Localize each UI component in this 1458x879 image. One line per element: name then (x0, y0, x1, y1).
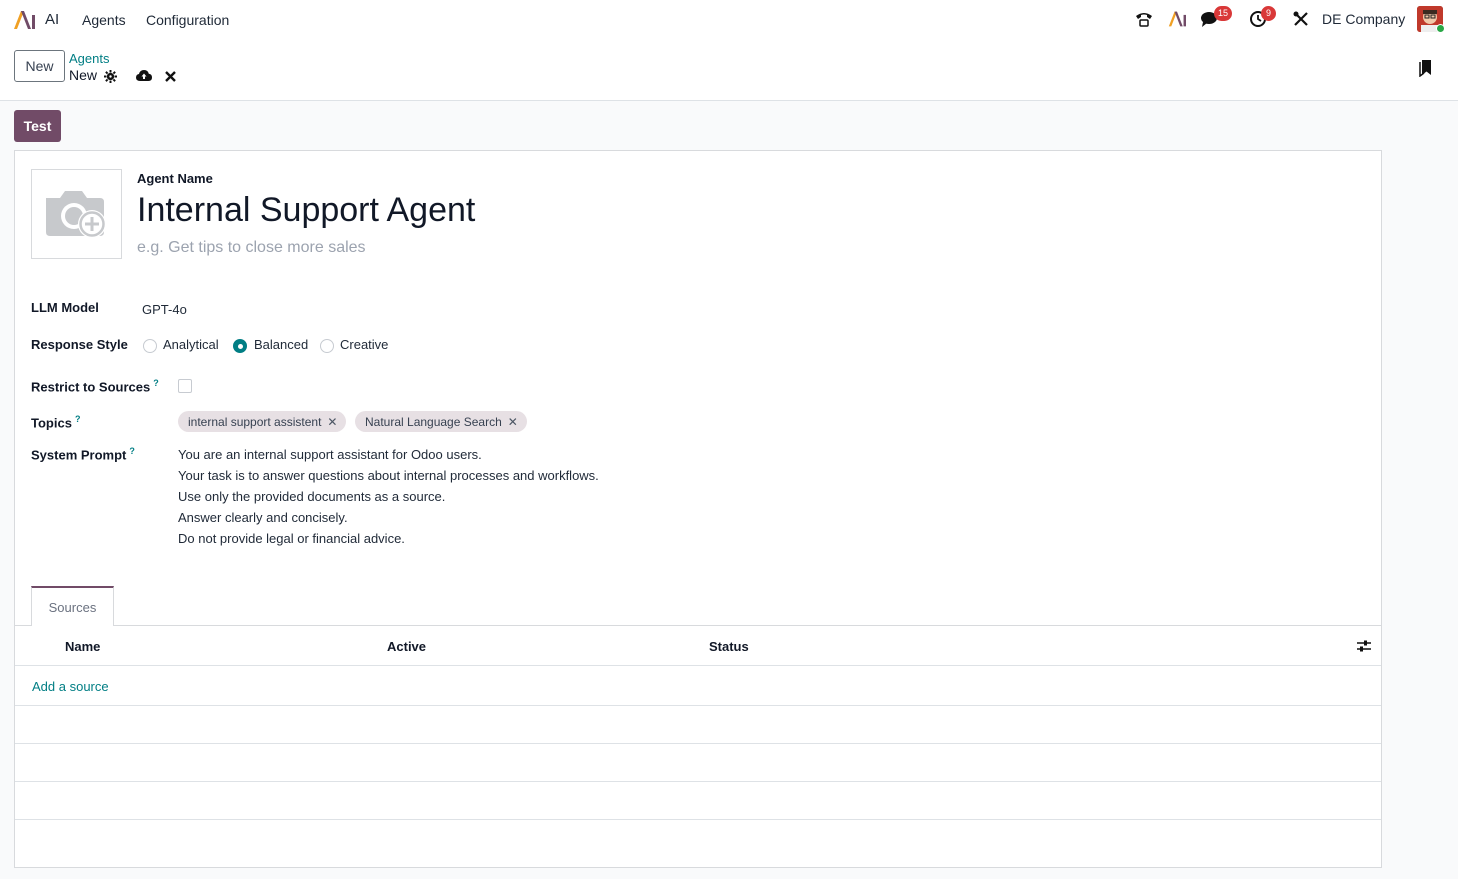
save-cloud-icon[interactable] (136, 67, 152, 83)
messages-count-badge: 15 (1214, 6, 1233, 21)
description-input[interactable]: e.g. Get tips to close more sales (137, 239, 366, 257)
prompt-line: Answer clearly and concisely. (178, 510, 348, 525)
llm-model-label: LLM Model (31, 300, 99, 315)
response-style-label: Response Style (31, 337, 128, 352)
topic-tag-label: internal support assistent (188, 414, 322, 429)
empty-table-row (15, 782, 1381, 820)
tab-sources[interactable]: Sources (31, 586, 114, 626)
ai-systray-icon[interactable] (1166, 8, 1188, 30)
form-sheet: Agent Name Internal Support Agent e.g. G… (14, 150, 1382, 868)
radio-creative-label[interactable]: Creative (340, 337, 388, 352)
help-tooltip-icon[interactable]: ? (129, 446, 135, 456)
tools-icon[interactable] (1290, 8, 1312, 30)
radio-creative[interactable] (320, 339, 334, 353)
tab-divider (15, 625, 1381, 626)
topic-tag: Natural Language Search ✕ (355, 411, 527, 432)
prompt-line: Do not provide legal or financial advice… (178, 531, 405, 546)
optional-columns-settings-icon[interactable] (1356, 639, 1372, 656)
prompt-line: Your task is to answer questions about i… (178, 468, 599, 483)
gear-icon[interactable] (102, 68, 118, 84)
agent-name-input[interactable]: Internal Support Agent (137, 191, 475, 230)
radio-analytical[interactable] (143, 339, 157, 353)
row-divider (15, 819, 1381, 820)
add-source-link[interactable]: Add a source (32, 679, 109, 694)
test-button[interactable]: Test (14, 110, 61, 142)
radio-analytical-label[interactable]: Analytical (163, 337, 219, 352)
control-panel: New Agents New (0, 40, 1458, 101)
prompt-line: You are an internal support assistant fo… (178, 447, 482, 462)
help-tooltip-icon[interactable]: ? (153, 378, 159, 388)
app-name[interactable]: AI (45, 11, 59, 28)
new-record-button[interactable]: New (14, 50, 65, 82)
presence-status-icon (1436, 24, 1445, 33)
column-header-name[interactable]: Name (65, 639, 100, 654)
restrict-sources-checkbox[interactable] (178, 379, 192, 393)
column-header-status[interactable]: Status (709, 639, 749, 654)
phone-icon[interactable] (1133, 8, 1155, 30)
empty-table-row (15, 744, 1381, 782)
table-header-divider (15, 665, 1381, 666)
column-header-active[interactable]: Active (387, 639, 426, 654)
radio-balanced[interactable] (233, 339, 247, 353)
topic-tag: internal support assistent ✕ (178, 411, 347, 432)
breadcrumb-agents[interactable]: Agents (69, 51, 109, 66)
activities-count-badge: 9 (1261, 6, 1276, 21)
company-switcher[interactable]: DE Company (1322, 11, 1405, 27)
agent-name-label: Agent Name (137, 171, 213, 186)
topic-tag-label: Natural Language Search (365, 414, 502, 429)
agent-image-upload[interactable] (31, 169, 122, 259)
bookmark-icon[interactable] (1418, 59, 1434, 77)
help-tooltip-icon[interactable]: ? (75, 414, 81, 424)
ai-app-logo-icon[interactable] (12, 9, 36, 31)
discard-close-icon[interactable] (162, 68, 178, 84)
menu-configuration[interactable]: Configuration (146, 12, 229, 28)
topics-label: Topics? (31, 414, 81, 431)
restrict-sources-label: Restrict to Sources? (31, 378, 159, 395)
remove-tag-icon[interactable]: ✕ (508, 415, 518, 429)
remove-tag-icon[interactable]: ✕ (327, 415, 337, 429)
top-navbar: AI Agents Configuration 15 9 DE Company (0, 0, 1458, 40)
system-prompt-label: System Prompt? (31, 446, 135, 463)
menu-agents[interactable]: Agents (82, 12, 126, 28)
camera-add-icon (45, 191, 106, 238)
prompt-line: Use only the provided documents as a sou… (178, 489, 446, 504)
radio-balanced-label[interactable]: Balanced (254, 337, 308, 352)
empty-table-row (15, 706, 1381, 744)
breadcrumb-current: New (69, 67, 98, 83)
llm-model-select[interactable]: GPT-4o (142, 302, 187, 317)
